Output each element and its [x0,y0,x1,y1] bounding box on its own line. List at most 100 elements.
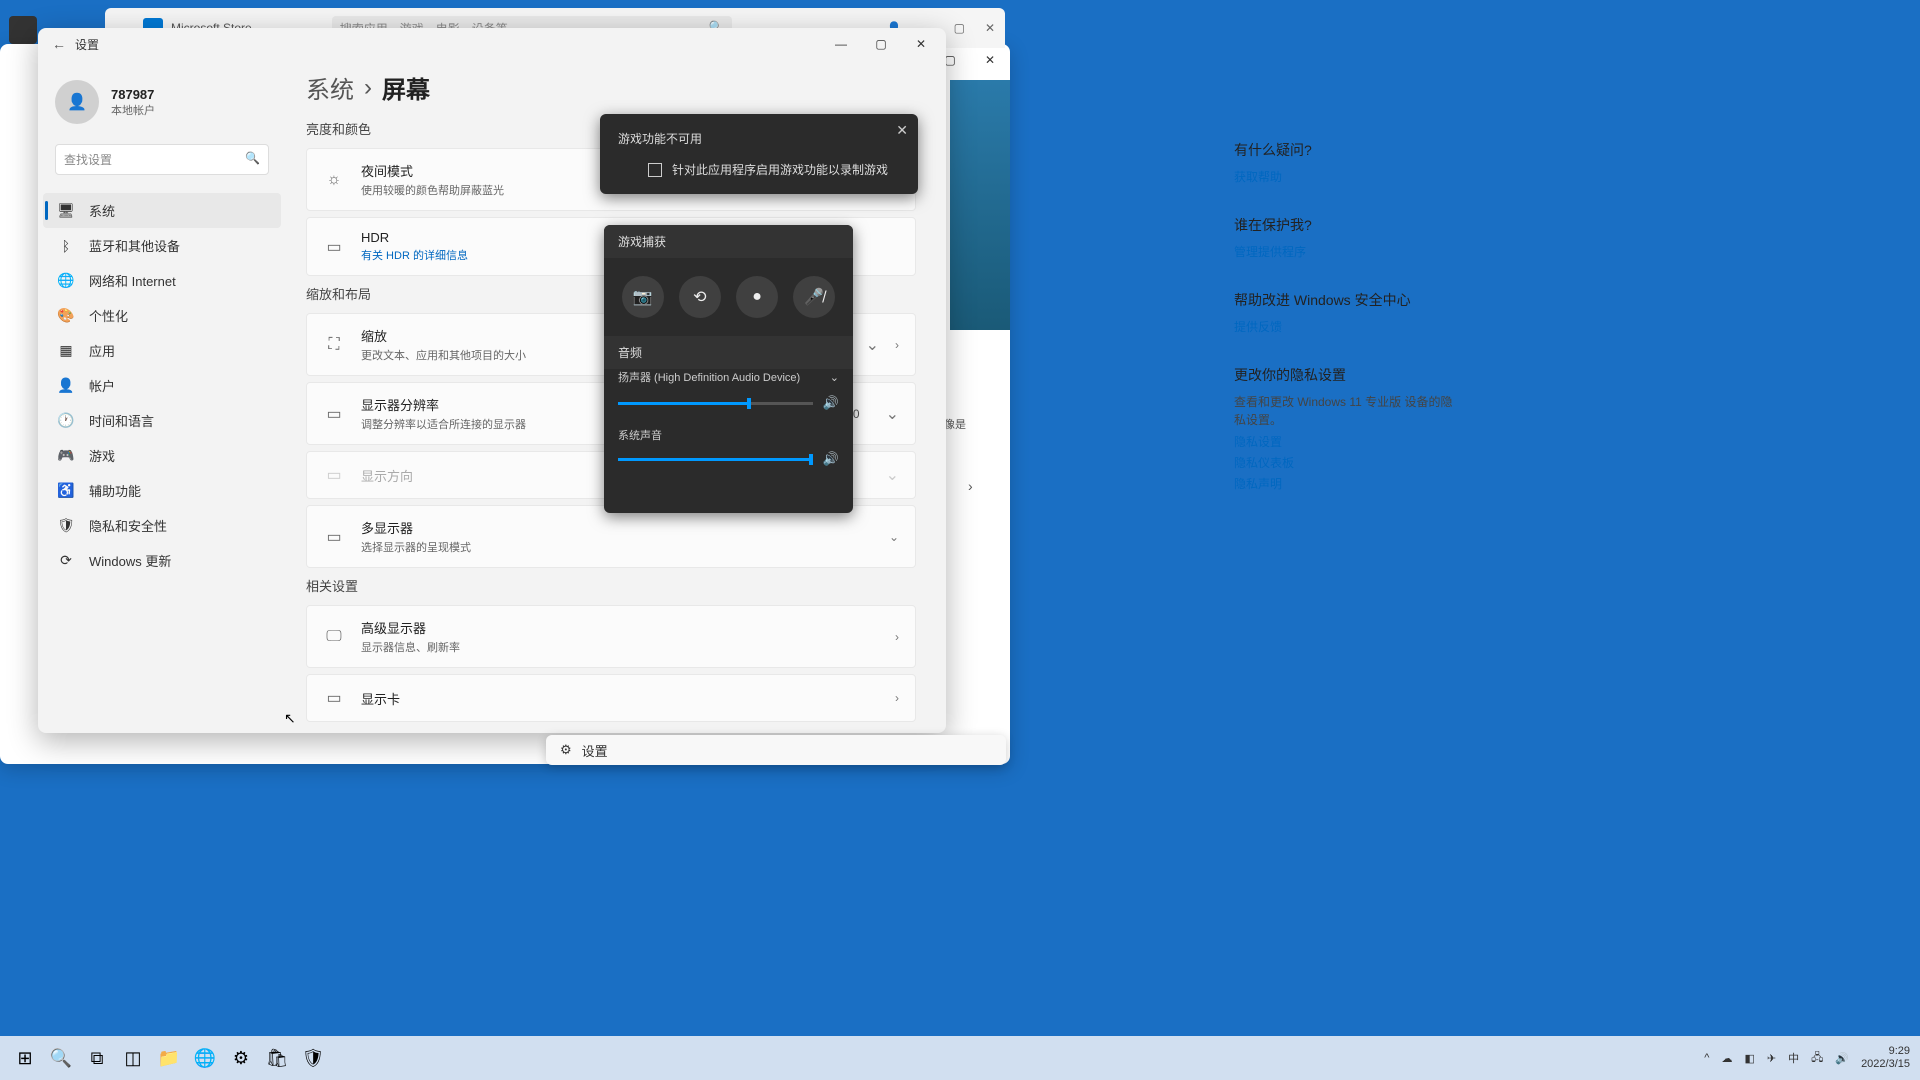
search-button[interactable]: 🔍 [46,1043,76,1073]
close-button[interactable]: ✕ [901,28,941,60]
gear-icon: ⚙ [560,742,572,758]
nav-personalization[interactable]: 🎨个性化 [43,298,281,333]
system-sound-label: 系统声音 [618,427,839,443]
nav-time[interactable]: 🕐时间和语言 [43,403,281,438]
nav-apps[interactable]: ▦应用 [43,333,281,368]
start-button[interactable]: ⊞ [10,1043,40,1073]
taskbar: ⊞ 🔍 ⧉ ◫ 📁 🌐 ⚙ 🛍 🛡 ^ ☁ ◧ ✈ 中 🖧 🔊 9:29 202… [0,1036,1920,1080]
store-button[interactable]: 🛍 [262,1043,292,1073]
minimize-button[interactable]: ― [821,28,861,60]
privacy-dashboard-link[interactable]: 隐私仪表板 [1234,454,1454,471]
store-maximize[interactable]: ▢ [954,21,965,35]
section-related: 相关设置 [306,576,916,595]
capture-header: 游戏捕获 [604,225,853,258]
multi-display-icon: ▭ [323,526,345,548]
privacy-settings-link[interactable]: 隐私设置 [1234,433,1454,450]
search-result-popup[interactable]: ⚙ 设置 [546,735,1006,765]
scale-dropdown[interactable]: ⌄ [866,335,879,355]
nav-system[interactable]: 🖥系统 [43,193,281,228]
security-feedback-link[interactable]: 提供反馈 [1234,318,1454,335]
settings-search-input[interactable]: 查找设置 🔍 [55,144,269,175]
breadcrumb-parent[interactable]: 系统 [306,70,354,105]
gamebar-notice: ✕ 游戏功能不可用 针对此应用程序启用游戏功能以录制游戏 [600,114,918,194]
resolution-dropdown[interactable]: ⌄ [886,404,899,424]
settings-back-button[interactable]: ← [43,28,75,60]
settings-button[interactable]: ⚙ [226,1043,256,1073]
nav-update[interactable]: ⟳Windows 更新 [43,543,281,578]
breadcrumb: 系统 › 屏幕 [306,70,916,105]
chevron-right-icon: › [895,338,899,352]
nav-accessibility[interactable]: ♿辅助功能 [43,473,281,508]
mic-toggle-button[interactable]: 🎤̸ [793,276,835,318]
tray-chevron-icon[interactable]: ^ [1704,1052,1709,1064]
system-volume-slider[interactable] [618,458,813,461]
chevron-right-icon: › [895,691,899,705]
privacy-statement-link[interactable]: 隐私声明 [1234,475,1454,492]
bluetooth-icon: ᛒ [57,237,75,255]
taskbar-clock[interactable]: 9:29 2022/3/15 [1861,1045,1910,1071]
nav-list: 🖥系统 ᛒ蓝牙和其他设备 🌐网络和 Internet 🎨个性化 ▦应用 👤帐户 … [43,193,281,578]
network-icon[interactable]: 🖧 [1811,1049,1823,1068]
screenshot-button[interactable]: 📷 [622,276,664,318]
security-privacy-text: 查看和更改 Windows 11 专业版 设备的隐私设置。 [1234,393,1454,429]
bg-text-fragment: 像是 [944,416,966,432]
maximize-button[interactable]: ▢ [861,28,901,60]
gamebar-notice-title: 游戏功能不可用 [618,130,900,147]
user-type: 本地帐户 [111,102,155,118]
gaming-icon: 🎮 [57,447,75,465]
chevron-right-icon: › [895,630,899,644]
store-close[interactable]: ✕ [985,21,995,35]
security-info-panel: 有什么疑问? 获取帮助 谁在保护我? 管理提供程序 帮助改进 Windows 安… [1234,140,1454,492]
security-hero-image [950,80,1010,330]
enable-game-checkbox[interactable] [648,163,662,177]
monitor-icon: 🖵 [323,626,345,648]
settings-window-title: 设置 [75,36,99,53]
explorer-button[interactable]: 📁 [154,1043,184,1073]
record-last-button[interactable]: ⟲ [679,276,721,318]
record-button[interactable]: ● [736,276,778,318]
audio-header: 音频 [604,336,853,369]
accounts-icon: 👤 [57,377,75,395]
device-volume-slider[interactable] [618,402,813,405]
user-block[interactable]: 👤 787987 本地帐户 [43,70,281,134]
nav-bluetooth[interactable]: ᛒ蓝牙和其他设备 [43,228,281,263]
user-name: 787987 [111,87,155,102]
system-icon: 🖥 [57,202,75,220]
card-multi-display[interactable]: ▭ 多显示器 选择显示器的呈现模式 ⌄ [306,505,916,568]
card-graphics[interactable]: ▭ 显示卡 › [306,674,916,722]
resolution-icon: ▭ [323,403,345,425]
nav-gaming[interactable]: 🎮游戏 [43,438,281,473]
apps-icon: ▦ [57,342,75,360]
close-icon[interactable]: ✕ [896,122,908,139]
edge-button[interactable]: 🌐 [190,1043,220,1073]
ime-icon[interactable]: 中 [1788,1050,1799,1066]
tray-icon[interactable]: ◧ [1744,1052,1754,1065]
security-help-link[interactable]: 获取帮助 [1234,168,1454,185]
close-button[interactable]: ✕ [970,44,1010,76]
avatar: 👤 [55,80,99,124]
security-provider-link[interactable]: 管理提供程序 [1234,243,1454,260]
hdr-icon: ▭ [323,236,345,258]
nav-network[interactable]: 🌐网络和 Internet [43,263,281,298]
onedrive-icon[interactable]: ☁ [1721,1052,1732,1065]
widgets-button[interactable]: ◫ [118,1043,148,1073]
volume-icon[interactable]: 🔊 [823,395,839,411]
volume-icon[interactable]: 🔊 [823,451,839,467]
bg-chevron[interactable]: › [968,478,973,494]
volume-icon[interactable]: 🔊 [1835,1052,1849,1065]
scale-icon: ⛶ [323,334,345,356]
security-button[interactable]: 🛡 [298,1043,328,1073]
capture-panel: 游戏捕获 📷 ⟲ ● 🎤̸ 音频 扬声器 (High Definition Au… [604,225,853,513]
orientation-dropdown: ⌄ [886,465,899,485]
taskview-button[interactable]: ⧉ [82,1043,112,1073]
accessibility-icon: ♿ [57,482,75,500]
card-advanced-display[interactable]: 🖵 高级显示器 显示器信息、刷新率 › [306,605,916,668]
settings-sidebar: 👤 787987 本地帐户 查找设置 🔍 🖥系统 ᛒ蓝牙和其他设备 🌐网络和 I… [38,60,286,733]
graphics-icon: ▭ [323,687,345,709]
chevron-down-icon: ⌄ [830,371,839,384]
nav-privacy[interactable]: 🛡隐私和安全性 [43,508,281,543]
nav-accounts[interactable]: 👤帐户 [43,368,281,403]
tray-icon[interactable]: ✈ [1767,1052,1776,1065]
security-improve-title: 帮助改进 Windows 安全中心 [1234,290,1454,310]
audio-device-select[interactable]: 扬声器 (High Definition Audio Device) ⌄ [618,369,839,385]
